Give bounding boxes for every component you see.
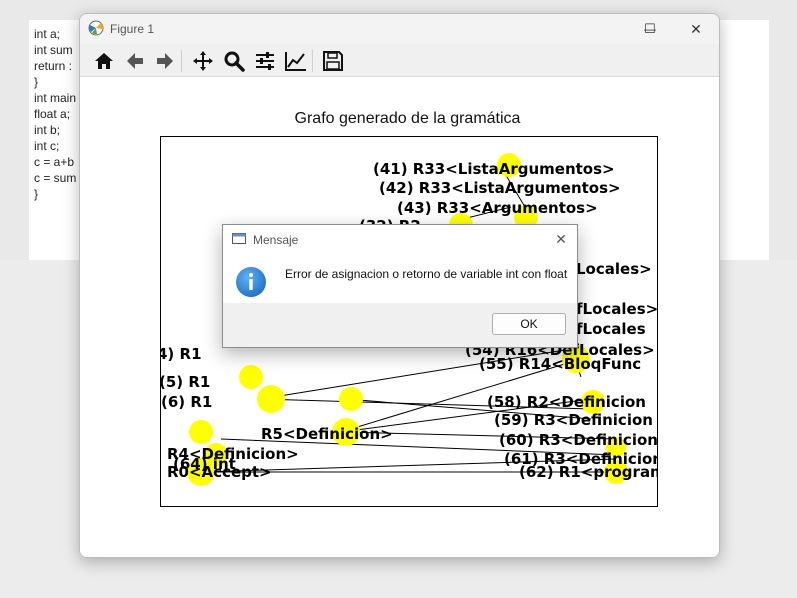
message-dialog: Mensaje ✕ Error de asignacion o retorno … [222, 224, 578, 348]
graph-node-label: (60) R3<Definicion [499, 431, 657, 449]
back-arrow-icon [127, 53, 143, 69]
dialog-footer: OK [223, 303, 577, 347]
close-icon: ✕ [555, 230, 567, 247]
dialog-body: Error de asignacion o retorno de variabl… [223, 253, 577, 303]
home-button[interactable] [91, 48, 117, 74]
forward-button[interactable] [152, 48, 178, 74]
graph-node-label: (5) R1 [161, 373, 210, 391]
save-icon [323, 51, 343, 71]
zoom-icon [224, 51, 245, 72]
graph-node-label: (43) R33<Argumentos> [397, 199, 598, 217]
graph-node-label: 4) R1 [161, 345, 202, 363]
matplotlib-app-icon [88, 20, 104, 36]
save-button[interactable] [320, 48, 346, 74]
graph-node-label: (41) R33<ListaArgumentos> [373, 160, 615, 178]
home-icon [95, 53, 113, 69]
figure-titlebar[interactable]: Figure 1 — ☐ ✕ [80, 14, 719, 44]
graph-node-label: fLocales> [576, 300, 657, 318]
info-icon [236, 267, 266, 297]
back-button[interactable] [122, 48, 148, 74]
minimize-button-hit[interactable] [581, 14, 627, 44]
close-icon: ✕ [690, 20, 702, 37]
graph-node-label: (62) R1<program [519, 463, 657, 481]
graph-node-label: fLocales [576, 320, 646, 338]
graph-node-label: (42) R33<ListaArgumentos> [379, 179, 621, 197]
dialog-message: Error de asignacion o retorno de variabl… [285, 267, 568, 281]
graph-node-label: (6) R1 [161, 393, 212, 411]
edit-axis-icon [285, 52, 306, 71]
graph-node-label: (58) R2<Definicion [487, 393, 646, 411]
code-text: int a; int sum return : } int main float… [34, 27, 77, 201]
dialog-title: Mensaje [253, 233, 299, 247]
figure-title: Figure 1 [110, 22, 155, 36]
window-icon [232, 233, 246, 244]
graph-node-label: Locales> [576, 260, 652, 278]
configure-subplots-button[interactable] [252, 48, 278, 74]
dialog-titlebar[interactable]: Mensaje ✕ [223, 225, 577, 253]
pan-icon [193, 51, 213, 71]
forward-arrow-icon [157, 53, 173, 69]
graph-node-label: (55) R14<BloqFunc [479, 355, 641, 373]
configure-subplots-icon [256, 52, 274, 70]
close-button[interactable]: ✕ [673, 14, 719, 44]
maximize-icon: ☐ [644, 21, 656, 36]
maximize-button[interactable]: ☐ [627, 14, 673, 44]
plot-title: Grafo generado de la gramática [294, 110, 521, 127]
pan-button[interactable] [190, 48, 216, 74]
dialog-close-button[interactable]: ✕ [549, 227, 573, 251]
ok-button[interactable]: OK [492, 313, 566, 335]
toolbar-separator [312, 50, 313, 72]
toolbar-separator [181, 50, 182, 72]
graph-node-label: (59) R3<Definicion [494, 411, 653, 429]
graph-node-label: R0<Accept> [167, 463, 272, 481]
figure-toolbar [80, 44, 719, 77]
graph-node-label: R5<Definicion> [261, 425, 393, 443]
zoom-button[interactable] [221, 48, 247, 74]
edit-axis-button[interactable] [283, 48, 309, 74]
